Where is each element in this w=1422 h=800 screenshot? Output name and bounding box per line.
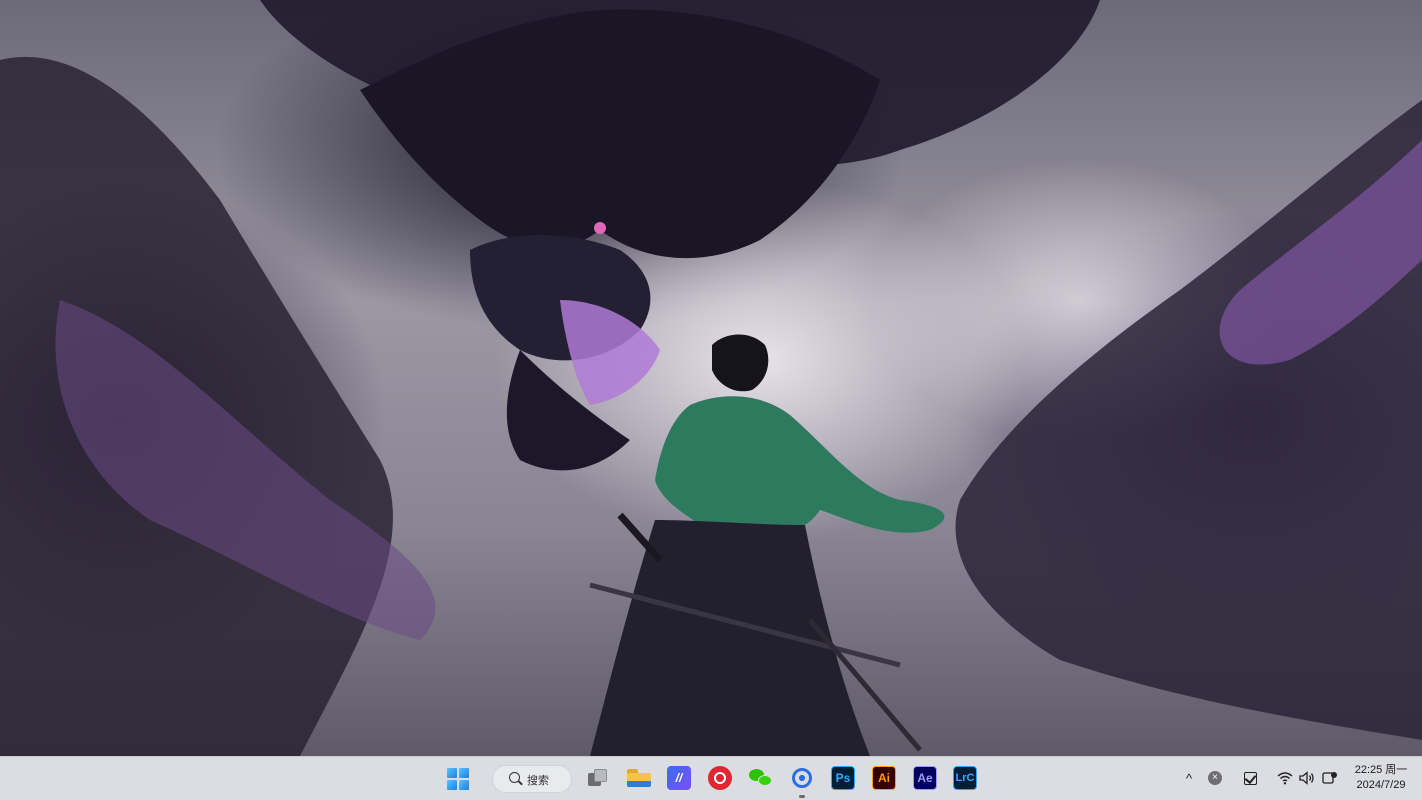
volume-button[interactable] xyxy=(1296,767,1318,789)
notification-button[interactable] xyxy=(1319,767,1341,789)
blue-circle-app-button[interactable] xyxy=(790,766,814,790)
tray-checkbox-button[interactable] xyxy=(1239,767,1261,789)
start-button[interactable] xyxy=(445,766,471,792)
netease-music-button[interactable] xyxy=(708,766,732,790)
close-circle-icon: × xyxy=(1208,771,1222,785)
after-effects-button[interactable]: Ae xyxy=(913,766,937,790)
windows-logo-icon xyxy=(447,780,457,790)
m-app-icon: // xyxy=(675,771,683,785)
clock[interactable]: 22:25 周一 2024/7/29 xyxy=(1348,763,1414,793)
swordsman-robe-top xyxy=(655,396,945,538)
windows-logo-icon xyxy=(459,780,469,790)
wechat-button[interactable] xyxy=(749,766,773,790)
clock-date: 2024/7/29 xyxy=(1356,779,1406,791)
task-view-icon xyxy=(588,769,608,787)
volume-icon xyxy=(1299,771,1314,785)
file-explorer-button[interactable] xyxy=(627,766,651,790)
taskbar: 搜索 // Ps Ai Ae LrC ^ × 22:25 周一 2024/7/2… xyxy=(0,756,1422,800)
after-effects-icon: Ae xyxy=(917,771,933,785)
blue-circle-app-icon xyxy=(792,768,812,788)
wallpaper-art xyxy=(0,0,1422,756)
search-label: 搜索 xyxy=(527,775,549,787)
search-button[interactable]: 搜索 xyxy=(492,765,572,793)
search-icon xyxy=(509,772,520,783)
windows-logo-icon xyxy=(447,768,457,778)
m-app-button[interactable]: // xyxy=(667,766,691,790)
clock-time: 22:25 周一 xyxy=(1354,764,1408,776)
show-hidden-icons-button[interactable]: ^ xyxy=(1178,767,1200,789)
notification-icon xyxy=(1322,772,1337,784)
netease-music-icon xyxy=(714,772,726,784)
windows-logo-icon xyxy=(459,768,469,778)
wifi-icon xyxy=(1277,772,1293,785)
dragon-eye xyxy=(594,222,606,234)
active-app-indicator xyxy=(799,795,805,798)
storm-cloud-right xyxy=(955,100,1422,740)
folder-icon xyxy=(627,769,651,787)
checkbox-icon xyxy=(1243,771,1257,785)
illustrator-button[interactable]: Ai xyxy=(872,766,896,790)
lightroom-classic-button[interactable]: LrC xyxy=(953,766,977,790)
photoshop-button[interactable]: Ps xyxy=(831,766,855,790)
wechat-icon xyxy=(749,768,773,788)
wifi-button[interactable] xyxy=(1274,767,1296,789)
task-view-button[interactable] xyxy=(586,766,610,790)
lightroom-classic-icon: LrC xyxy=(955,772,975,784)
tray-close-app-button[interactable]: × xyxy=(1204,767,1226,789)
swordsman-hair xyxy=(712,334,769,392)
illustrator-icon: Ai xyxy=(878,771,890,785)
chevron-up-icon: ^ xyxy=(1185,770,1193,786)
photoshop-icon: Ps xyxy=(835,771,851,785)
desktop-wallpaper xyxy=(0,0,1422,756)
